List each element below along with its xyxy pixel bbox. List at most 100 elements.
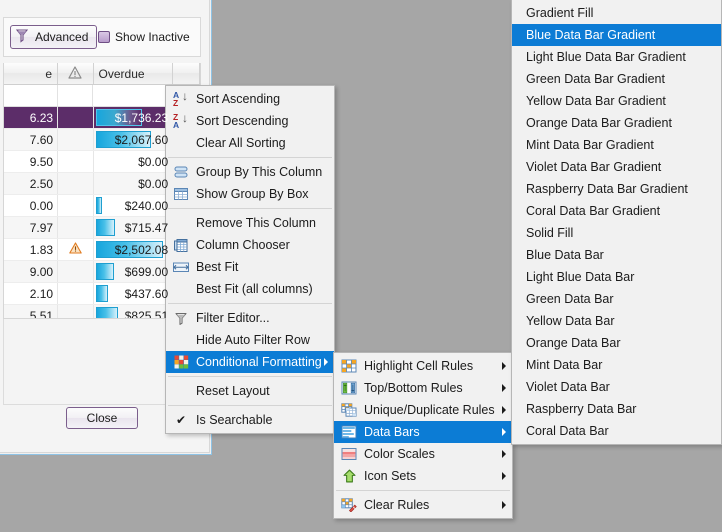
filter-cell-balance[interactable]: [4, 85, 59, 106]
cell-overdue-value: $825.51: [124, 308, 169, 319]
data-bars-submenu[interactable]: Gradient Fill Blue Data Bar Gradient Light…: [511, 0, 722, 445]
menu-item-color-scales[interactable]: Color Scales: [334, 443, 512, 465]
menu-item-blue-data-bar-gradient[interactable]: Blue Data Bar Gradient: [512, 24, 721, 46]
menu-item-light-blue-data-bar[interactable]: Light Blue Data Bar: [512, 266, 721, 288]
menu-item-sort-ascending[interactable]: A Z ↓ Sort Ascending: [166, 88, 334, 110]
close-button[interactable]: Close: [66, 407, 138, 429]
menu-item-label: Raspberry Data Bar: [526, 402, 637, 416]
menu-item-gradient-fill[interactable]: Gradient Fill: [512, 2, 721, 24]
menu-item-remove-this-column[interactable]: Remove This Column: [166, 212, 334, 234]
cell-overdue[interactable]: $437.60: [94, 283, 174, 304]
menu-separator: [336, 490, 510, 491]
cell-balance[interactable]: 0.00: [4, 195, 59, 216]
cell-warning[interactable]: [58, 151, 94, 172]
menu-item-label: Violet Data Bar Gradient: [526, 160, 662, 174]
cell-balance[interactable]: 9.50: [4, 151, 59, 172]
menu-item-best-fit-all-columns[interactable]: Best Fit (all columns): [166, 278, 334, 300]
cell-warning[interactable]: [58, 283, 94, 304]
cell-overdue[interactable]: $2,502.08: [94, 239, 174, 260]
cell-balance[interactable]: 7.60: [4, 129, 59, 150]
cell-balance[interactable]: 6.23: [4, 107, 59, 128]
cell-balance[interactable]: 5.51: [4, 305, 59, 318]
menu-item-coral-data-bar-gradient[interactable]: Coral Data Bar Gradient: [512, 200, 721, 222]
cell-warning[interactable]: [58, 173, 94, 194]
filter-toolbar: Advanced Show Inactive: [3, 17, 201, 57]
menu-item-conditional-formatting[interactable]: Conditional Formatting: [166, 351, 334, 373]
menu-item-label: Yellow Data Bar: [526, 314, 615, 328]
show-inactive-checkbox[interactable]: Show Inactive: [98, 30, 190, 44]
menu-item-clear-rules[interactable]: Clear Rules: [334, 494, 512, 516]
cell-warning[interactable]: [58, 217, 94, 238]
cell-overdue[interactable]: $715.47: [94, 217, 174, 238]
menu-item-reset-layout[interactable]: Reset Layout: [166, 380, 334, 402]
menu-item-light-blue-data-bar-gradient[interactable]: Light Blue Data Bar Gradient: [512, 46, 721, 68]
data-bar: [95, 285, 108, 302]
menu-item-mint-data-bar[interactable]: Mint Data Bar: [512, 354, 721, 376]
menu-item-group-by-this-column[interactable]: Group By This Column: [166, 161, 334, 183]
menu-item-orange-data-bar-gradient[interactable]: Orange Data Bar Gradient: [512, 112, 721, 134]
cell-overdue[interactable]: $240.00: [94, 195, 174, 216]
cell-balance[interactable]: 2.50: [4, 173, 59, 194]
cell-balance[interactable]: 9.00: [4, 261, 59, 282]
menu-item-label: Mint Data Bar Gradient: [526, 138, 654, 152]
cell-warning[interactable]: [58, 107, 94, 128]
menu-item-blue-data-bar[interactable]: Blue Data Bar: [512, 244, 721, 266]
cell-warning[interactable]: [58, 261, 94, 282]
cell-balance[interactable]: 1.83: [4, 239, 59, 260]
menu-item-yellow-data-bar[interactable]: Yellow Data Bar: [512, 310, 721, 332]
cell-overdue[interactable]: $1,736.23: [94, 107, 174, 128]
menu-item-violet-data-bar-gradient[interactable]: Violet Data Bar Gradient: [512, 156, 721, 178]
menu-item-clear-all-sorting[interactable]: Clear All Sorting: [166, 132, 334, 154]
cell-warning[interactable]: [58, 129, 94, 150]
cell-overdue-value: $715.47: [124, 220, 169, 235]
clear-rules-icon: [338, 497, 360, 513]
menu-item-label: Hide Auto Filter Row: [196, 333, 310, 347]
menu-item-green-data-bar-gradient[interactable]: Green Data Bar Gradient: [512, 68, 721, 90]
menu-item-raspberry-data-bar-gradient[interactable]: Raspberry Data Bar Gradient: [512, 178, 721, 200]
sort-descending-icon: Z A ↓: [173, 111, 188, 130]
cell-warning[interactable]: [58, 305, 94, 318]
menu-item-column-chooser[interactable]: Column Chooser: [166, 234, 334, 256]
column-header-overdue[interactable]: Overdue: [94, 63, 173, 84]
cell-overdue[interactable]: $699.00: [94, 261, 174, 282]
menu-item-show-group-by-box[interactable]: Show Group By Box: [166, 183, 334, 205]
cell-overdue[interactable]: $825.51: [94, 305, 174, 319]
menu-item-icon-sets[interactable]: Icon Sets: [334, 465, 512, 487]
cell-warning[interactable]: [58, 239, 94, 260]
column-context-menu[interactable]: A Z ↓ Sort Ascending Z A ↓ Sort Descending Clear…: [165, 85, 335, 434]
column-header-balance[interactable]: e: [4, 63, 59, 84]
cell-overdue[interactable]: $2,067.60: [94, 129, 174, 150]
submenu-arrow-icon: [502, 450, 506, 458]
menu-item-violet-data-bar[interactable]: Violet Data Bar: [512, 376, 721, 398]
filter-cell-warning[interactable]: [58, 85, 94, 106]
cell-overdue[interactable]: $0.00: [94, 151, 174, 172]
column-header-warning[interactable]: [58, 63, 94, 84]
cell-balance[interactable]: 2.10: [4, 283, 59, 304]
menu-item-orange-data-bar[interactable]: Orange Data Bar: [512, 332, 721, 354]
menu-item-hide-auto-filter-row[interactable]: Hide Auto Filter Row: [166, 329, 334, 351]
filter-cell-overdue[interactable]: [93, 85, 174, 106]
cell-balance[interactable]: 7.97: [4, 217, 59, 238]
menu-item-top-bottom-rules[interactable]: Top/Bottom Rules: [334, 377, 512, 399]
menu-item-green-data-bar[interactable]: Green Data Bar: [512, 288, 721, 310]
cell-warning[interactable]: [58, 195, 94, 216]
menu-item-best-fit[interactable]: Best Fit: [166, 256, 334, 278]
menu-item-yellow-data-bar-gradient[interactable]: Yellow Data Bar Gradient: [512, 90, 721, 112]
menu-separator: [168, 208, 332, 209]
menu-item-raspberry-data-bar[interactable]: Raspberry Data Bar: [512, 398, 721, 420]
menu-item-solid-fill[interactable]: Solid Fill: [512, 222, 721, 244]
data-bar: [95, 263, 115, 280]
menu-item-is-searchable[interactable]: ✔ Is Searchable: [166, 409, 334, 431]
cell-overdue[interactable]: $0.00: [94, 173, 174, 194]
menu-item-data-bars[interactable]: Data Bars: [334, 421, 512, 443]
menu-item-unique-duplicate-rules[interactable]: Unique/Duplicate Rules: [334, 399, 512, 421]
menu-item-mint-data-bar-gradient[interactable]: Mint Data Bar Gradient: [512, 134, 721, 156]
menu-item-filter-editor[interactable]: Filter Editor...: [166, 307, 334, 329]
menu-item-label: Data Bars: [364, 425, 420, 439]
conditional-formatting-submenu[interactable]: Highlight Cell Rules Top/Bottom Rules Uniq…: [333, 352, 513, 519]
advanced-button[interactable]: Advanced: [10, 25, 98, 49]
column-header-spare[interactable]: [173, 63, 200, 84]
menu-item-sort-descending[interactable]: Z A ↓ Sort Descending: [166, 110, 334, 132]
menu-item-highlight-cell-rules[interactable]: Highlight Cell Rules: [334, 355, 512, 377]
menu-item-coral-data-bar[interactable]: Coral Data Bar: [512, 420, 721, 442]
